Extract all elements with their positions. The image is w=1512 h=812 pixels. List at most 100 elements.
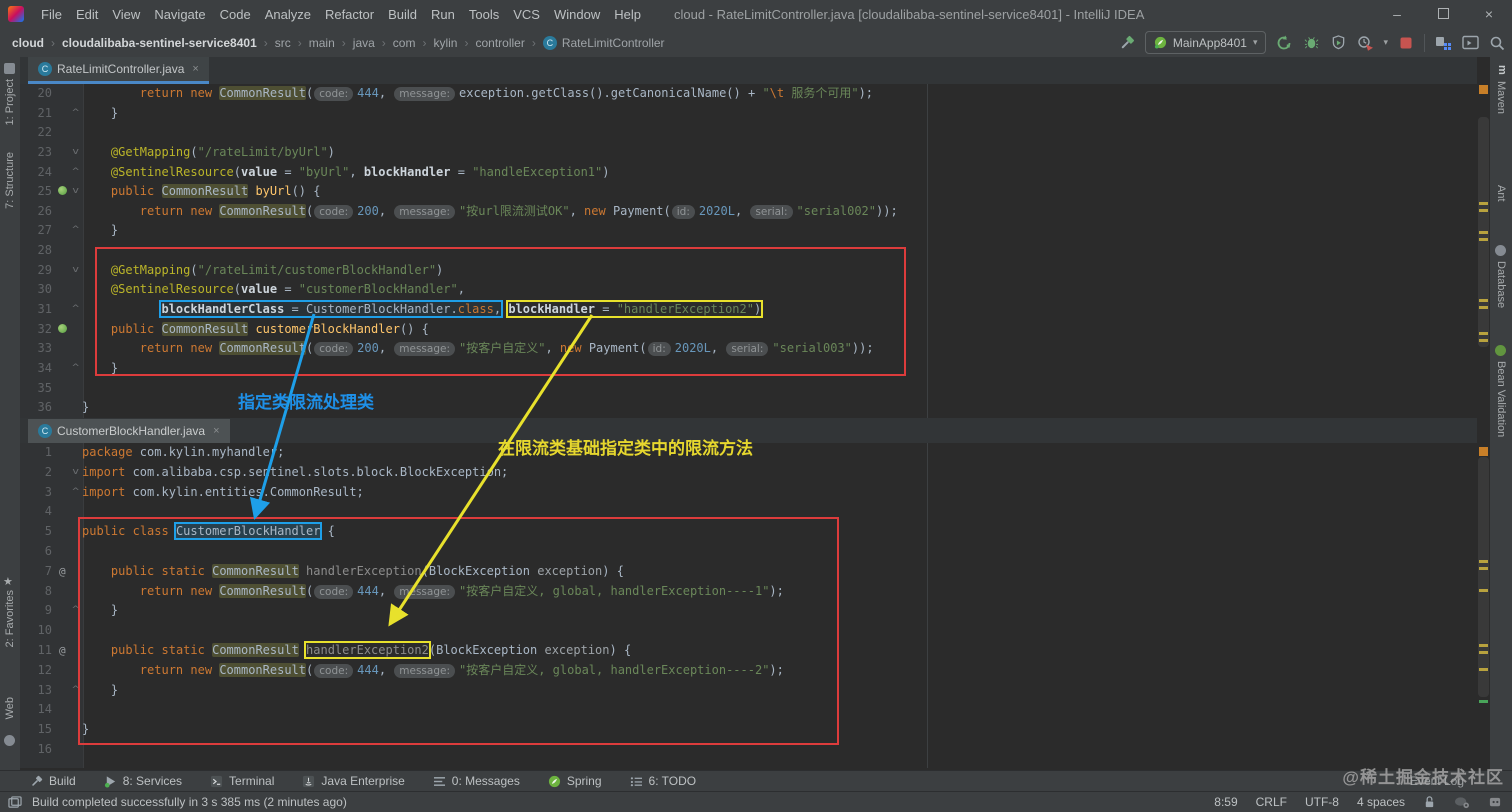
code-line[interactable]: 12 return new CommonResult(code: 444, mes… [20,661,1477,681]
fold-expand-icon[interactable]: v [72,261,79,281]
line-number[interactable]: 21 [20,104,56,124]
gutter-icons[interactable]: @ [56,562,82,582]
line-number[interactable]: 26 [20,202,56,222]
code-line[interactable]: 22 [20,123,1477,143]
line-number[interactable]: 2 [20,463,56,483]
tab-customerblockhandler[interactable]: C CustomerBlockHandler.java × [28,419,230,443]
code-text[interactable]: public CommonResult customerBlockHandler… [82,321,429,336]
fold-collapse-icon[interactable]: ^ [72,601,79,621]
stripe-mark[interactable] [1479,644,1488,647]
code-line[interactable]: 29 v @GetMapping("/rateLimit/customerBloc… [20,261,1477,281]
menu-code[interactable]: Code [213,7,258,22]
code-line[interactable]: 5 public class CustomerBlockHandler { [20,522,1477,542]
code-text[interactable]: return new CommonResult(code: 444, messag… [82,662,784,678]
tool-windows-toggle-icon[interactable] [8,795,22,809]
code-line[interactable]: 33 return new CommonResult(code: 200, mes… [20,339,1477,359]
breadcrumb-com[interactable]: com [393,36,416,50]
stripe-mark[interactable] [1479,209,1488,212]
code-line[interactable]: 31 ^ blockHandlerClass = CustomerBlockHan… [20,300,1477,320]
code-text[interactable]: } [82,106,118,120]
line-number[interactable]: 9 [20,601,56,621]
stop-button[interactable] [1397,34,1415,52]
stripe-mark[interactable] [1479,668,1488,671]
line-number[interactable]: 29 [20,261,56,281]
annotation-gutter-icon[interactable]: @ [59,644,66,657]
code-line[interactable]: 9 ^ } [20,601,1477,621]
fold-collapse-icon[interactable]: ^ [72,483,79,503]
tool-window-messages[interactable]: 0: Messages [433,774,520,788]
code-text[interactable]: return new CommonResult(code: 444, messag… [82,583,784,599]
gutter-icons[interactable] [56,320,82,340]
code-line[interactable]: 4 [20,502,1477,522]
code-text[interactable]: @GetMapping("/rateLimit/customerBlockHan… [82,263,443,277]
gutter-icons[interactable]: ^ [56,163,82,183]
line-number[interactable]: 13 [20,681,56,701]
status-message[interactable]: Build completed successfully in 3 s 385 … [32,795,347,809]
stripe-mark[interactable] [1479,560,1488,563]
code-text[interactable]: @GetMapping("/rateLimit/byUrl") [82,145,335,159]
stripe-mark[interactable] [1479,306,1488,309]
line-number[interactable]: 20 [20,84,56,104]
code-text[interactable]: import com.alibaba.csp.sentinel.slots.bl… [82,465,508,479]
gutter-icons[interactable]: v [56,182,82,202]
caret-position[interactable]: 8:59 [1214,795,1237,809]
run-button[interactable] [1275,34,1293,52]
code-line[interactable]: 21 ^ } [20,104,1477,124]
line-number[interactable]: 28 [20,241,56,261]
code-line[interactable]: 23 v @GetMapping("/rateLimit/byUrl") [20,143,1477,163]
minimize-button[interactable]: – [1374,0,1420,28]
code-text[interactable]: public static CommonResult handlerExcept… [82,563,624,578]
fold-expand-icon[interactable]: v [72,463,79,483]
fold-expand-icon[interactable]: v [72,143,79,163]
fold-collapse-icon[interactable]: ^ [72,221,79,241]
line-separator[interactable]: CRLF [1256,795,1287,809]
line-number[interactable]: 1 [20,443,56,463]
stripe-mark[interactable] [1479,231,1488,234]
gutter-icons[interactable]: v [56,143,82,163]
menu-window[interactable]: Window [547,7,607,22]
menu-run[interactable]: Run [424,7,462,22]
code-line[interactable]: 6 [20,542,1477,562]
code-line[interactable]: 26 return new CommonResult(code: 200, mes… [20,202,1477,222]
breadcrumb-main[interactable]: main [309,36,335,50]
line-number[interactable]: 34 [20,359,56,379]
code-text[interactable]: public static CommonResult handlerExcept… [82,640,631,659]
tool-window-todo[interactable]: 6: TODO [630,774,696,788]
tool-window-bean-validation[interactable]: Bean Validation [1495,361,1507,437]
scrollbar-thumb[interactable] [1478,457,1489,697]
tab-close-icon[interactable]: × [213,425,219,437]
menu-tools[interactable]: Tools [462,7,506,22]
editor-ratelimitcontroller[interactable]: 20 return new CommonResult(code: 444, mes… [20,84,1477,418]
spring-bean-icon[interactable] [58,323,67,333]
menu-analyze[interactable]: Analyze [258,7,318,22]
profiler-chevron-icon[interactable]: ▾ [1383,37,1388,48]
menu-help[interactable]: Help [607,7,648,22]
stripe-mark[interactable] [1479,447,1488,456]
code-line[interactable]: 3 ^ import com.kylin.entities.CommonResult… [20,483,1477,503]
code-line[interactable]: 13 ^ } [20,681,1477,701]
code-line[interactable]: 25 v public CommonResult byUrl() { [20,182,1477,202]
tool-window-services[interactable]: 8: Services [104,774,182,788]
maximize-button[interactable] [1420,0,1466,28]
breadcrumb-cloud[interactable]: cloud [12,36,44,50]
line-number[interactable]: 32 [20,320,56,340]
line-number[interactable]: 4 [20,502,56,522]
line-number[interactable]: 24 [20,163,56,183]
code-text[interactable]: return new CommonResult(code: 200, messag… [82,203,898,219]
line-number[interactable]: 31 [20,300,56,320]
code-text[interactable]: } [82,223,118,237]
line-number[interactable]: 23 [20,143,56,163]
stripe-mark[interactable] [1479,339,1488,342]
code-text[interactable]: } [82,722,89,736]
code-line[interactable]: 11 @ public static CommonResult handlerEx… [20,640,1477,661]
fold-collapse-icon[interactable]: ^ [72,359,79,379]
gutter-icons[interactable]: @ [56,641,82,661]
line-number[interactable]: 3 [20,483,56,503]
code-line[interactable]: 7 @ public static CommonResult handlerExc… [20,562,1477,582]
indent-setting[interactable]: 4 spaces [1357,795,1405,809]
menu-vcs[interactable]: VCS [506,7,547,22]
code-line[interactable]: 15} [20,720,1477,740]
tool-window-web[interactable]: Web [4,697,16,719]
line-number[interactable]: 25 [20,182,56,202]
code-text[interactable]: @SentinelResource(value = "customerBlock… [82,282,465,296]
